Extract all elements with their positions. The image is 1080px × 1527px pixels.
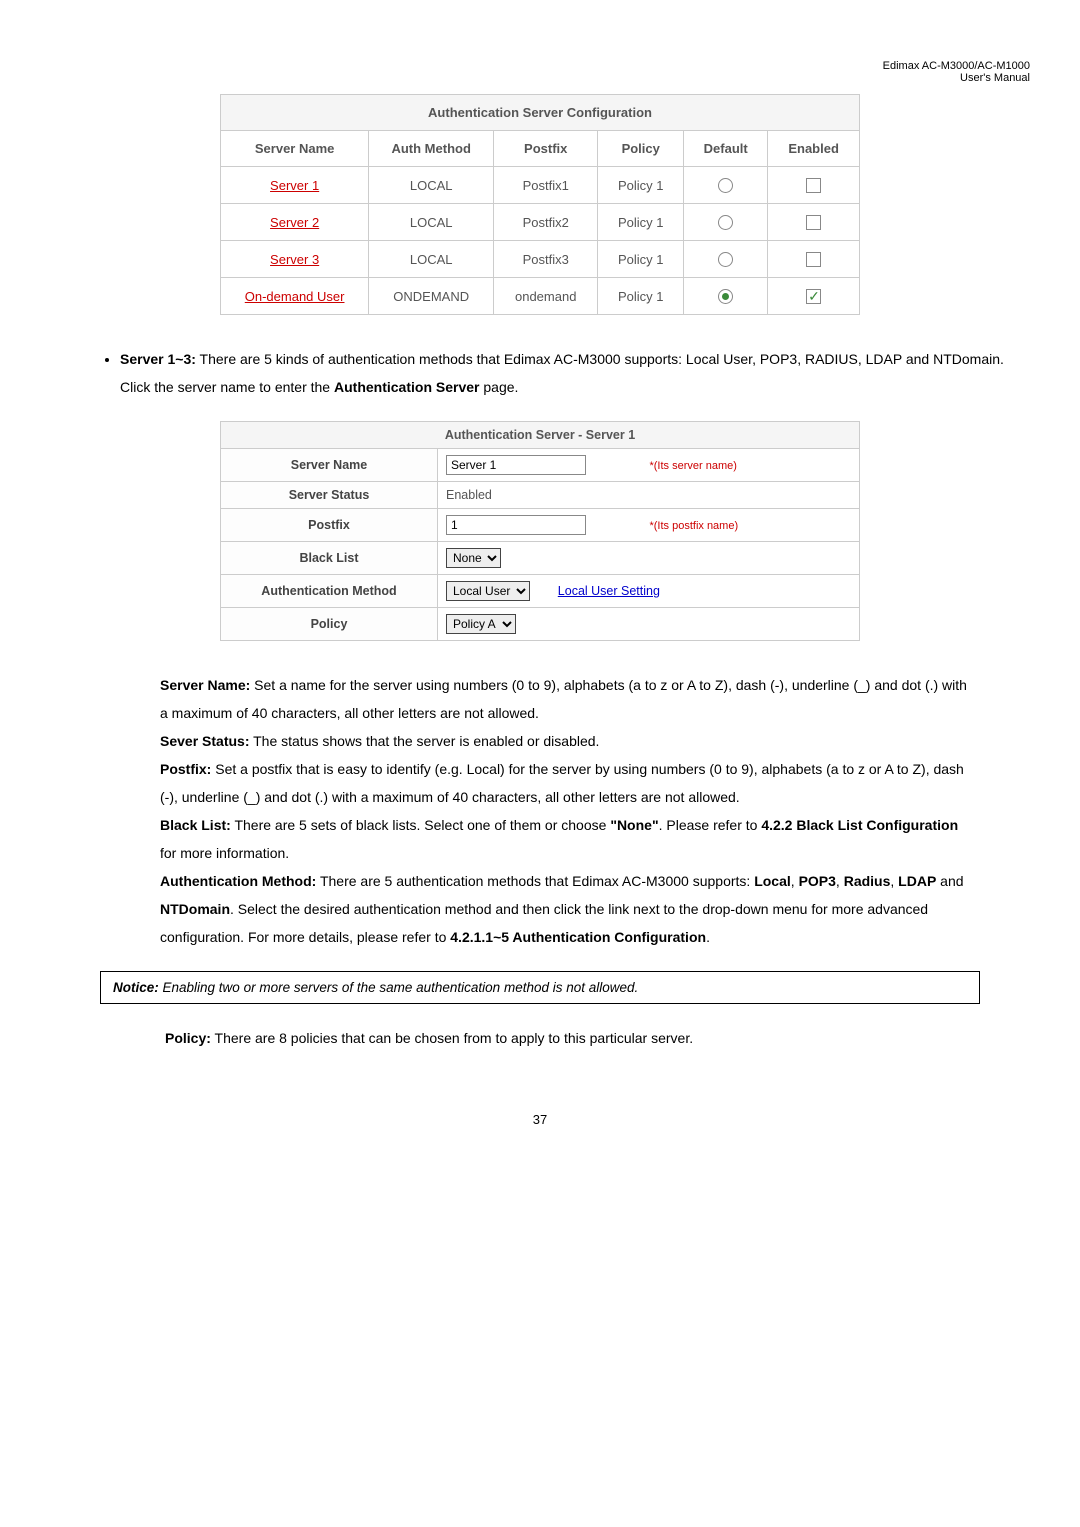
definitions: Server Name: Set a name for the server u… [160, 671, 970, 951]
col-auth-method: Auth Method [369, 131, 494, 167]
table-row: On-demand User ONDEMAND ondemand Policy … [221, 278, 860, 315]
col-policy: Policy [598, 131, 684, 167]
enabled-checkbox[interactable] [806, 252, 821, 267]
postfix-input[interactable] [446, 515, 586, 535]
enabled-checkbox[interactable] [806, 178, 821, 193]
def-bl-c: for more information. [160, 845, 289, 861]
server-name-input[interactable] [446, 455, 586, 475]
def-bl-none: "None" [610, 817, 658, 833]
bullet-label: Server 1~3: [120, 351, 196, 367]
col-server-name: Server Name [221, 131, 369, 167]
table-row: Server 3 LOCAL Postfix3 Policy 1 [221, 241, 860, 278]
black-list-select[interactable]: None [446, 548, 501, 568]
policy: Policy 1 [598, 278, 684, 315]
def-am-ntdomain: NTDomain [160, 901, 230, 917]
local-user-setting-link[interactable]: Local User Setting [558, 584, 660, 598]
def-am-c: . [706, 929, 710, 945]
policy-select[interactable]: Policy A [446, 614, 516, 634]
def-bl-b: . Please refer to [659, 817, 762, 833]
def-bl-ref: 4.2.2 Black List Configuration [761, 817, 958, 833]
auth-method: LOCAL [369, 241, 494, 278]
policy-text: There are 8 policies that can be chosen … [211, 1030, 693, 1046]
server-1-link[interactable]: Server 1 [270, 178, 319, 193]
server-3-link[interactable]: Server 3 [270, 252, 319, 267]
server-name-label: Server Name [221, 449, 438, 482]
def-sever-status-text: The status shows that the server is enab… [249, 733, 599, 749]
page-number: 37 [50, 1112, 1030, 1127]
postfix: Postfix3 [494, 241, 598, 278]
def-am-ref: 4.2.1.1~5 Authentication Configuration [450, 929, 706, 945]
bullet-text1: There are 5 kinds of authentication meth… [120, 351, 1004, 395]
policy-label: Policy [221, 608, 438, 641]
auth-table-title: Authentication Server Configuration [221, 95, 860, 131]
def-am-pop3: POP3 [799, 873, 836, 889]
auth-method-select[interactable]: Local User [446, 581, 530, 601]
server-2-link[interactable]: Server 2 [270, 215, 319, 230]
postfix-hint: *(Its postfix name) [649, 520, 738, 532]
auth-table-header-row: Server Name Auth Method Postfix Policy D… [221, 131, 860, 167]
def-am-local: Local [754, 873, 791, 889]
def-postfix-text: Set a postfix that is easy to identify (… [160, 761, 964, 805]
def-am-ldap: LDAP [898, 873, 936, 889]
auth-method-label: Authentication Method [221, 575, 438, 608]
postfix: Postfix2 [494, 204, 598, 241]
server-name-hint: *(Its server name) [649, 460, 736, 472]
def-server-name-label: Server Name: [160, 677, 250, 693]
on-demand-user-link[interactable]: On-demand User [245, 289, 345, 304]
enabled-checkbox-checked[interactable]: ✓ [806, 289, 821, 304]
auth-server-config-table: Authentication Server Configuration Serv… [220, 94, 860, 315]
auth-server-form: Authentication Server - Server 1 Server … [220, 421, 860, 641]
enabled-checkbox[interactable] [806, 215, 821, 230]
bullet-text2: page. [479, 379, 518, 395]
auth-method: ONDEMAND [369, 278, 494, 315]
policy-label: Policy: [165, 1030, 211, 1046]
default-radio[interactable] [718, 252, 733, 267]
def-am-a: There are 5 authentication methods that … [316, 873, 754, 889]
def-server-name-text: Set a name for the server using numbers … [160, 677, 967, 721]
policy: Policy 1 [598, 241, 684, 278]
postfix: ondemand [494, 278, 598, 315]
policy-paragraph: Policy: There are 8 policies that can be… [165, 1024, 970, 1052]
bullet-server-1-3: Server 1~3: There are 5 kinds of authent… [120, 345, 1030, 401]
server-form-title: Authentication Server - Server 1 [221, 422, 860, 449]
postfix: Postfix1 [494, 167, 598, 204]
col-enabled: Enabled [768, 131, 860, 167]
col-postfix: Postfix [494, 131, 598, 167]
def-auth-method-label: Authentication Method: [160, 873, 316, 889]
black-list-label: Black List [221, 542, 438, 575]
def-am-radius: Radius [844, 873, 891, 889]
header-line1: Edimax AC-M3000/AC-M1000 [883, 60, 1030, 72]
col-default: Default [684, 131, 768, 167]
postfix-label: Postfix [221, 509, 438, 542]
table-row: Server 2 LOCAL Postfix2 Policy 1 [221, 204, 860, 241]
policy: Policy 1 [598, 167, 684, 204]
def-sever-status-label: Sever Status: [160, 733, 249, 749]
server-status-value: Enabled [438, 482, 860, 509]
def-black-list-label: Black List: [160, 817, 231, 833]
notice-box: Notice: Enabling two or more servers of … [100, 971, 980, 1004]
default-radio-selected[interactable] [718, 289, 733, 304]
def-bl-a: There are 5 sets of black lists. Select … [231, 817, 611, 833]
default-radio[interactable] [718, 178, 733, 193]
doc-header: Edimax AC-M3000/AC-M1000 User's Manual [50, 60, 1030, 84]
notice-label: Notice: [113, 980, 159, 995]
default-radio[interactable] [718, 215, 733, 230]
notice-text: Enabling two or more servers of the same… [159, 980, 639, 995]
header-line2: User's Manual [960, 72, 1030, 84]
policy: Policy 1 [598, 204, 684, 241]
auth-method: LOCAL [369, 204, 494, 241]
auth-method: LOCAL [369, 167, 494, 204]
bullet-bold: Authentication Server [334, 379, 479, 395]
table-row: Server 1 LOCAL Postfix1 Policy 1 [221, 167, 860, 204]
server-status-label: Server Status [221, 482, 438, 509]
def-postfix-label: Postfix: [160, 761, 211, 777]
